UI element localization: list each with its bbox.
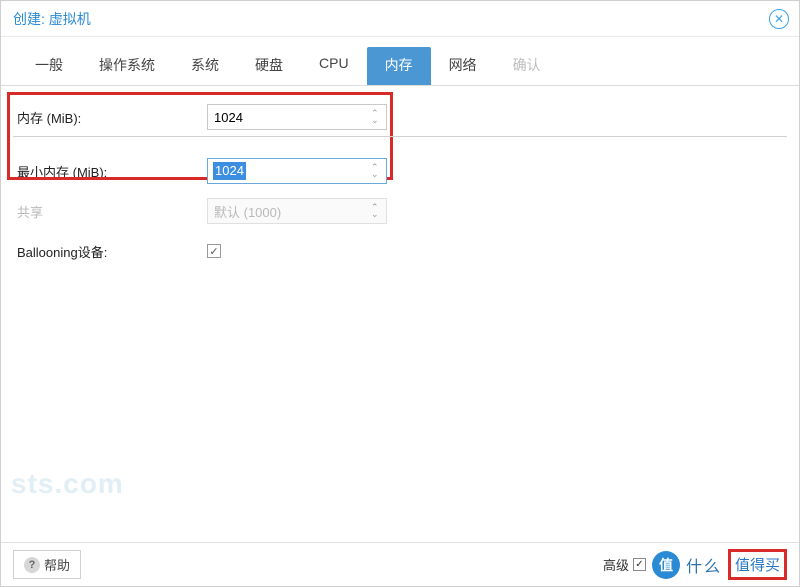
titlebar: 创建: 虚拟机 ✕ (1, 1, 799, 37)
min-memory-label: 最小内存 (MiB): (17, 162, 207, 181)
shared-spinner: ⌃⌄ (207, 198, 387, 224)
dialog-window: 创建: 虚拟机 ✕ 一般 操作系统 系统 硬盘 CPU 内存 网络 确认 内存 … (0, 0, 800, 587)
row-ballooning: Ballooning设备: ✓ (17, 234, 783, 268)
tab-cpu[interactable]: CPU (301, 47, 367, 85)
shared-input (207, 198, 387, 224)
overlay-button[interactable]: 值得买 (728, 549, 787, 580)
overlay-text-1: 什么 (686, 553, 722, 577)
divider (13, 136, 787, 137)
help-icon: ? (24, 557, 40, 573)
tab-os[interactable]: 操作系统 (81, 47, 173, 85)
row-shared: 共享 ⌃⌄ (17, 194, 783, 228)
badge-circle: 值 (652, 551, 680, 579)
footer: ? 帮助 高级 ✓ 值 什么 值得买 (1, 542, 799, 586)
ballooning-label: Ballooning设备: (17, 242, 207, 261)
memory-input[interactable] (207, 104, 387, 130)
row-min-memory: 最小内存 (MiB): 1024 ⌃⌄ (17, 154, 783, 188)
advanced-checkbox[interactable]: ✓ (633, 558, 646, 571)
content-panel: 内存 (MiB): ⌃⌄ 最小内存 (MiB): 1024 ⌃⌄ 共享 ⌃⌄ B… (1, 86, 799, 542)
tab-network[interactable]: 网络 (431, 47, 495, 85)
min-memory-selection: 1024 (213, 162, 246, 180)
advanced-label: 高级 (603, 555, 629, 574)
tab-memory[interactable]: 内存 (367, 47, 431, 85)
ballooning-checkbox[interactable]: ✓ (207, 244, 221, 258)
advanced-toggle[interactable]: 高级 ✓ (603, 555, 646, 574)
tab-bar: 一般 操作系统 系统 硬盘 CPU 内存 网络 确认 (1, 37, 799, 86)
shared-label: 共享 (17, 202, 207, 221)
help-button[interactable]: ? 帮助 (13, 550, 81, 579)
dialog-title: 创建: 虚拟机 (13, 9, 91, 29)
check-icon: ✓ (209, 245, 218, 258)
memory-label: 内存 (MiB): (17, 108, 207, 127)
min-memory-spinner[interactable]: 1024 ⌃⌄ (207, 158, 387, 184)
tab-disk[interactable]: 硬盘 (237, 47, 301, 85)
tab-confirm: 确认 (495, 47, 559, 85)
tab-system[interactable]: 系统 (173, 47, 237, 85)
row-memory: 内存 (MiB): ⌃⌄ (17, 100, 783, 134)
help-label: 帮助 (44, 555, 70, 574)
footer-right: 高级 ✓ 值 什么 值得买 (603, 549, 787, 580)
check-icon: ✓ (635, 559, 643, 570)
watermark-text: sts.com (11, 468, 124, 500)
memory-spinner[interactable]: ⌃⌄ (207, 104, 387, 130)
tab-general[interactable]: 一般 (17, 47, 81, 85)
close-icon[interactable]: ✕ (769, 9, 789, 29)
